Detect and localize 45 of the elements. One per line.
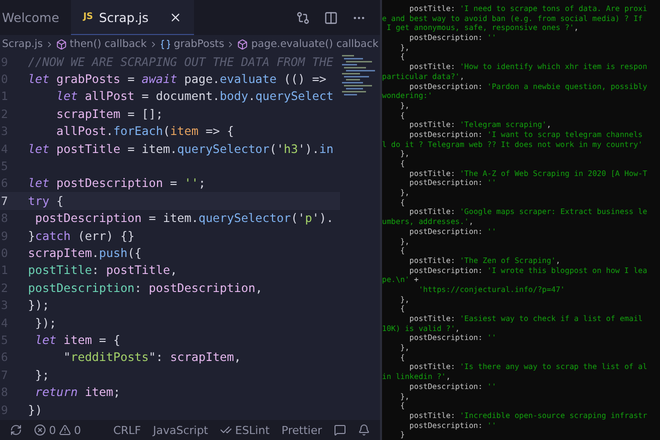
breadcrumb[interactable]: then() callback [56, 38, 147, 50]
notification-icon[interactable] [358, 424, 370, 436]
code-line: let item = { [34, 332, 120, 347]
breadcrumb[interactable]: grabPosts [160, 38, 224, 50]
status-item[interactable]: JavaScript [152, 424, 208, 436]
editor-tab[interactable]: Welcome [0, 0, 72, 35]
code-line: "redditPosts": scrapItem, [62, 350, 242, 364]
problems-indicator[interactable]: 0 0 [34, 424, 81, 436]
code-line: }catch (err) {} [28, 228, 135, 243]
close-icon[interactable] [168, 10, 182, 24]
sync-icon[interactable] [10, 424, 22, 436]
code-line: }); [34, 316, 56, 330]
code-line: return item; [34, 385, 120, 400]
file-type-label: JS [83, 12, 94, 22]
code-line: allPost.forEach(item => { [55, 124, 234, 138]
code-line: //NOW WE ARE SCRAPING OUT THE DATA FROM THE [28, 54, 334, 69]
code-line: scrapItem = []; [55, 106, 163, 121]
code-line: postDescription = item.querySelector('p'). [34, 211, 334, 226]
code-line: let postTitle = item.querySelector('h3').in [28, 142, 334, 156]
code-line: try { [28, 194, 64, 208]
error-icon [34, 424, 46, 436]
code-line: }; [34, 368, 50, 382]
split-editor-icon[interactable] [324, 10, 338, 24]
status-item[interactable]: CRLF [113, 424, 141, 436]
check-icon [220, 424, 232, 436]
code-line: scrapItem.push({ [28, 246, 142, 260]
code-line: let grabPosts = await page.evaluate (() => [28, 72, 326, 86]
line-number: 7 [0, 194, 9, 208]
status-item[interactable]: Prettier [282, 424, 322, 436]
code-line: }) [28, 402, 42, 416]
breadcrumb[interactable]: Scrap.js [2, 38, 43, 50]
editor-tab[interactable]: JS Scrap.js [71, 0, 194, 35]
code-line: let postDescription = ''; [28, 176, 206, 190]
warning-icon [59, 424, 71, 436]
code-line: postTitle: postTitle, [28, 263, 178, 278]
cube-icon [237, 38, 248, 50]
compare-icon[interactable] [296, 10, 310, 24]
code-line: postDescription: postDescription, [28, 280, 262, 295]
feedback-icon[interactable] [334, 424, 346, 436]
breadcrumb[interactable]: page.evaluate() callback [237, 38, 378, 50]
code-line: }); [28, 298, 50, 312]
eslint-status[interactable]: ESLint [220, 424, 270, 436]
code-line: let allPost = document.body.querySelect [55, 89, 334, 104]
braces-icon [160, 38, 171, 50]
cube-icon [56, 38, 67, 50]
